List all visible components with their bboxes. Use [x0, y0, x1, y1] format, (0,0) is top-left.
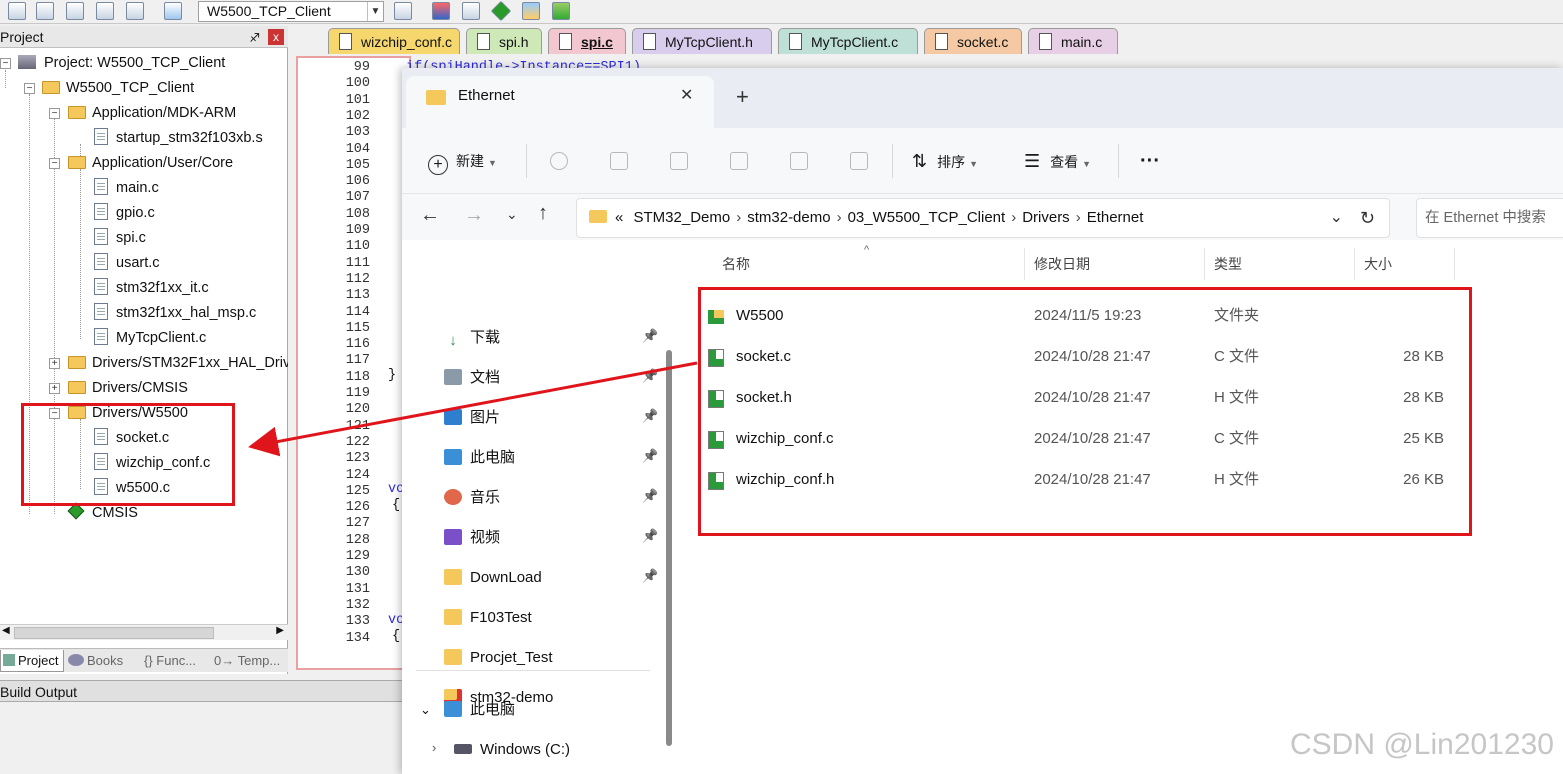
arrow-line — [248, 361, 698, 457]
watermark: CSDN @Lin201230 — [1290, 728, 1554, 761]
annotation-arrow — [248, 361, 698, 457]
